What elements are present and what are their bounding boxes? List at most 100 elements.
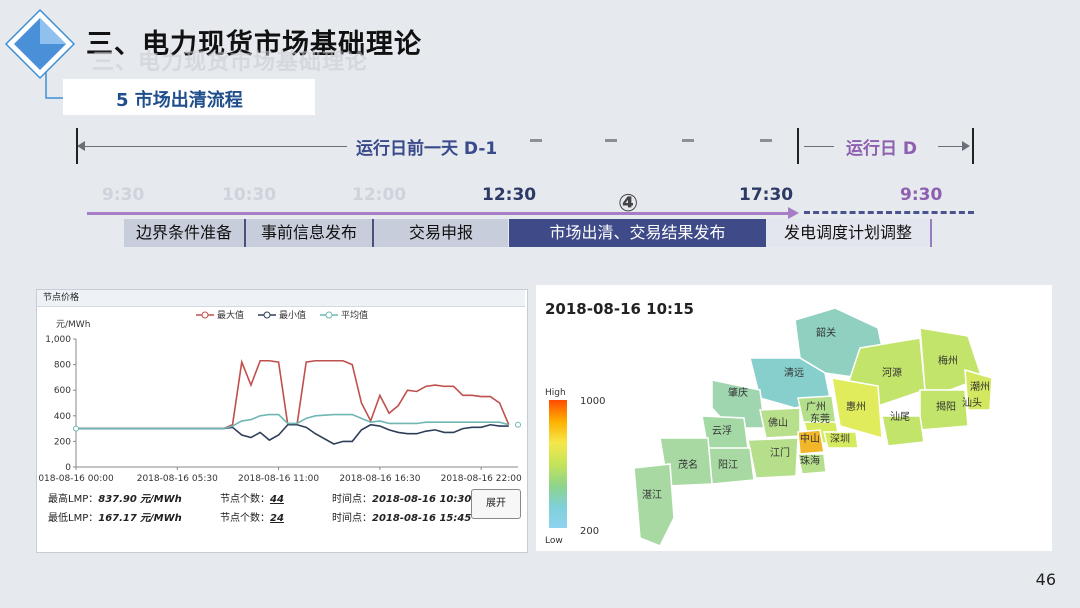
d-minus-1-label: 运行日前一天 D-1 bbox=[356, 139, 498, 159]
city-label: 肇庆 bbox=[728, 386, 748, 399]
city-label: 中山 bbox=[800, 432, 820, 445]
series-line-2 bbox=[76, 423, 509, 445]
time-label: 9:30 bbox=[900, 185, 943, 205]
max-lmp-stat: 最高LMP：837.90 元/MWh bbox=[48, 490, 182, 505]
max-count-value: 44 bbox=[270, 494, 284, 505]
max-time-value: 2018-08-16 10:30 bbox=[372, 494, 472, 505]
step-dispatch-adjust: 发电调度计划调整 bbox=[766, 219, 930, 247]
step-info-release: 事前信息发布 bbox=[246, 219, 372, 247]
city-label: 深圳 bbox=[830, 433, 850, 445]
min-lmp-unit: 元/MWh bbox=[140, 513, 182, 524]
region-zhanjiang bbox=[633, 463, 675, 547]
city-label: 韶关 bbox=[816, 326, 836, 339]
city-label: 东莞 bbox=[810, 412, 830, 425]
max-lmp-label: 最高LMP： bbox=[48, 494, 99, 505]
legend-max-value: 1000 bbox=[580, 396, 606, 407]
series-line-1 bbox=[76, 358, 510, 430]
series-point bbox=[515, 421, 521, 428]
y-tick-label: 1,000 bbox=[45, 335, 71, 345]
min-lmp-value: 167.17 bbox=[98, 513, 137, 524]
y-tick-label: 600 bbox=[54, 386, 71, 396]
arrow-left-icon bbox=[77, 141, 85, 151]
step-boundary: 边界条件准备 bbox=[124, 219, 244, 247]
city-label: 珠海 bbox=[800, 454, 820, 467]
max-node-count: 节点个数：44 bbox=[220, 490, 284, 505]
legend-min-value: 200 bbox=[580, 526, 600, 537]
min-time-value: 2018-08-16 15:45 bbox=[372, 513, 472, 524]
city-label: 江门 bbox=[770, 446, 790, 459]
legend-marker bbox=[201, 311, 209, 319]
x-tick-label: 2018-08-16 11:00 bbox=[238, 474, 319, 484]
timeline-start-tick bbox=[76, 128, 78, 164]
progress-arrow-icon bbox=[788, 207, 799, 219]
y-tick-label: 200 bbox=[54, 437, 71, 447]
city-label: 广州 bbox=[806, 401, 826, 413]
progress-line bbox=[87, 212, 791, 215]
count-label: 节点个数： bbox=[220, 494, 270, 505]
dash bbox=[605, 139, 617, 142]
lmp-panel-title: 节点价格 bbox=[43, 293, 80, 303]
max-time-stat: 时间点：2018-08-16 10:30 bbox=[332, 490, 471, 505]
city-label: 湛江 bbox=[642, 489, 662, 501]
y-tick-label: 800 bbox=[54, 361, 71, 371]
x-tick-label: 2018-08-16 05:30 bbox=[137, 474, 218, 484]
legend-low-label: Low bbox=[545, 536, 563, 546]
legend-label: 最小值 bbox=[279, 309, 306, 321]
dash bbox=[682, 139, 694, 142]
time-label: 10:30 bbox=[222, 185, 277, 205]
min-count-value: 24 bbox=[270, 513, 284, 524]
min-lmp-stat: 最低LMP：167.17 元/MWh bbox=[48, 509, 182, 524]
y-tick-label: 400 bbox=[54, 412, 71, 422]
series-line-3 bbox=[76, 413, 510, 430]
timeline-arrow-left bbox=[77, 146, 347, 147]
time-label: 12:30 bbox=[482, 185, 537, 205]
d-label: 运行日 D bbox=[846, 139, 918, 159]
lmp-panel-header: 节点价格 bbox=[37, 290, 525, 307]
step-clearing: 市场出清、交易结果发布 bbox=[509, 219, 766, 247]
x-tick-label: 2018-08-16 22:00 bbox=[441, 474, 522, 484]
city-label: 云浮 bbox=[712, 425, 732, 437]
dash bbox=[530, 139, 542, 142]
city-label: 惠州 bbox=[846, 400, 866, 413]
time-label: 17:30 bbox=[739, 185, 794, 205]
expand-button[interactable]: 展开 bbox=[471, 489, 521, 519]
city-label: 汕头 bbox=[962, 397, 982, 409]
min-node-count: 节点个数：24 bbox=[220, 509, 284, 524]
min-lmp-label: 最低LMP： bbox=[48, 513, 99, 524]
city-label: 揭阳 bbox=[936, 400, 956, 413]
city-label: 潮州 bbox=[970, 380, 990, 393]
time-label-text: 时间点： bbox=[332, 513, 372, 524]
time-label: 12:00 bbox=[352, 185, 407, 205]
time-label: 9:30 bbox=[102, 185, 145, 205]
color-scale-bar bbox=[549, 400, 567, 528]
step-bidding: 交易申报 bbox=[374, 219, 508, 247]
legend-high-label: High bbox=[545, 388, 566, 398]
city-label: 阳江 bbox=[718, 459, 738, 471]
legend-label: 最大值 bbox=[217, 309, 244, 321]
legend-marker bbox=[263, 311, 271, 319]
y-tick-label: 0 bbox=[65, 463, 71, 473]
city-label: 茂名 bbox=[678, 458, 698, 471]
d-day-dashed-line bbox=[804, 211, 974, 214]
arrow-right-icon bbox=[962, 141, 970, 151]
city-label: 佛山 bbox=[768, 416, 788, 429]
section-subtitle: 5 市场出清流程 bbox=[116, 90, 243, 111]
legend-label: 平均值 bbox=[341, 309, 368, 321]
city-label: 梅州 bbox=[938, 354, 958, 367]
day-divider-tick bbox=[797, 128, 799, 164]
dash bbox=[760, 139, 772, 142]
city-label: 清远 bbox=[784, 366, 804, 379]
max-lmp-unit: 元/MWh bbox=[140, 494, 182, 505]
lmp-chart: 最大值 最小值 平均值 1,000 800 600 400 200 0018-08-16 00… bbox=[38, 309, 522, 484]
guangdong-map: 韶关 清远 河源 梅州 潮州 揭阳 汕头 肇庆 广州 惠州 汕尾 云浮 佛山 东… bbox=[633, 307, 993, 547]
x-tick-label: 018-08-16 00:00 bbox=[38, 474, 114, 484]
page-number: 46 bbox=[1035, 570, 1056, 589]
legend-marker bbox=[325, 311, 333, 319]
x-tick-label: 2018-08-16 16:30 bbox=[339, 474, 420, 484]
min-time-stat: 时间点：2018-08-16 15:45 bbox=[332, 509, 471, 524]
count-label: 节点个数： bbox=[220, 513, 270, 524]
max-lmp-value: 837.90 bbox=[98, 494, 137, 505]
time-label-text: 时间点： bbox=[332, 494, 372, 505]
series-point bbox=[73, 425, 79, 432]
city-label: 河源 bbox=[882, 366, 902, 379]
